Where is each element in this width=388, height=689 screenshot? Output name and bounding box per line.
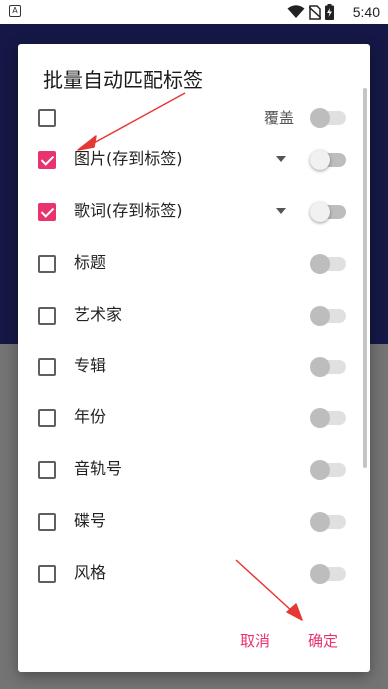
album-checkbox[interactable] — [38, 358, 56, 376]
status-icons — [287, 4, 334, 20]
picture-overwrite-switch[interactable] — [310, 150, 346, 170]
dialog-scrollbar[interactable] — [363, 88, 367, 468]
lyrics-label: 歌词(存到标签) — [74, 201, 183, 220]
title-overwrite-switch[interactable] — [310, 254, 346, 274]
select-all-checkbox[interactable] — [38, 109, 56, 127]
year-label: 年份 — [74, 407, 107, 426]
clock-time: 5:40 — [352, 4, 380, 20]
overwrite-all-switch[interactable] — [310, 108, 346, 128]
no-sim-icon — [309, 4, 321, 20]
tag-row-disc-number[interactable]: 碟号 — [18, 497, 370, 547]
track-number-checkbox[interactable] — [38, 461, 56, 479]
genre-overwrite-switch[interactable] — [310, 564, 346, 584]
tag-row-title[interactable]: 标题 — [18, 239, 370, 289]
cancel-button[interactable]: 取消 — [240, 630, 270, 651]
tag-row-album[interactable]: 专辑 — [18, 342, 370, 392]
lyrics-checkbox[interactable] — [38, 203, 56, 221]
batch-auto-match-tags-dialog: 批量自动匹配标签 覆盖 图片(存到标签) 歌词(存到标签) 标题 艺术家 专辑 — [18, 44, 370, 672]
lyrics-dropdown-icon[interactable] — [276, 208, 286, 214]
wifi-icon — [287, 5, 305, 18]
tag-row-track-number[interactable]: 音轨号 — [18, 445, 370, 495]
artist-checkbox[interactable] — [38, 307, 56, 325]
tag-row-artist[interactable]: 艺术家 — [18, 291, 370, 341]
lyrics-overwrite-switch[interactable] — [310, 202, 346, 222]
title-label: 标题 — [74, 253, 107, 272]
year-checkbox[interactable] — [38, 409, 56, 427]
overwrite-label: 覆盖 — [264, 109, 295, 127]
disc-number-overwrite-switch[interactable] — [310, 512, 346, 532]
picture-checkbox[interactable] — [38, 151, 56, 169]
dialog-title: 批量自动匹配标签 — [43, 68, 203, 92]
album-overwrite-switch[interactable] — [310, 357, 346, 377]
album-label: 专辑 — [74, 356, 107, 375]
disc-number-label: 碟号 — [74, 511, 107, 530]
disc-number-checkbox[interactable] — [38, 513, 56, 531]
track-number-overwrite-switch[interactable] — [310, 460, 346, 480]
tag-row-picture[interactable]: 图片(存到标签) — [18, 135, 370, 185]
tag-row-year[interactable]: 年份 — [18, 393, 370, 443]
genre-checkbox[interactable] — [38, 565, 56, 583]
artist-label: 艺术家 — [74, 305, 123, 324]
year-overwrite-switch[interactable] — [310, 408, 346, 428]
track-number-label: 音轨号 — [74, 459, 123, 478]
notification-a-icon: A — [9, 5, 21, 17]
genre-label: 风格 — [74, 563, 107, 582]
picture-label: 图片(存到标签) — [74, 149, 183, 168]
tag-row-genre[interactable]: 风格 — [18, 549, 370, 599]
title-checkbox[interactable] — [38, 255, 56, 273]
picture-dropdown-icon[interactable] — [276, 156, 286, 162]
battery-charging-icon — [325, 4, 334, 20]
tag-row-lyrics[interactable]: 歌词(存到标签) — [18, 187, 370, 237]
confirm-button[interactable]: 确定 — [308, 630, 338, 651]
artist-overwrite-switch[interactable] — [310, 306, 346, 326]
status-bar: A 5:40 — [0, 0, 388, 24]
